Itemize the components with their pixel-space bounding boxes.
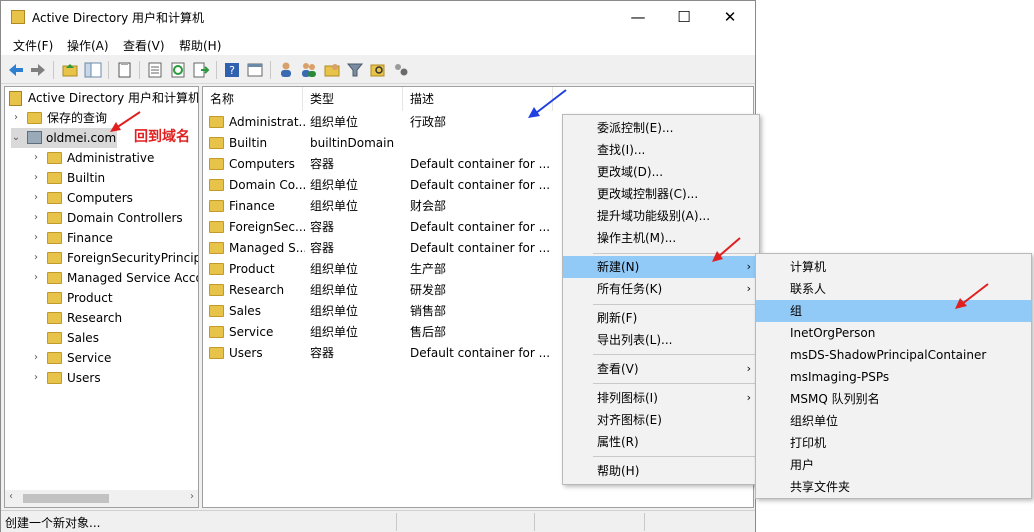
blue-arrow-icon [528,89,567,118]
red-arrow-icon [712,237,741,262]
annotation-arrows [110,89,989,309]
red-arrow-icon [955,283,989,309]
red-arrow-icon [110,111,141,132]
